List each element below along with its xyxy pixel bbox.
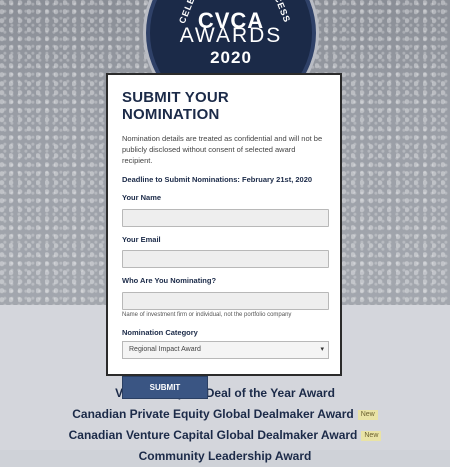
awards-list: Venture Capital Deal of the Year Award C… bbox=[0, 383, 450, 467]
nominee-hint: Name of investment firm or individual, n… bbox=[122, 311, 292, 318]
award-item[interactable]: Venture Capital Deal of the Year Award bbox=[0, 383, 450, 404]
award-item[interactable]: Canadian Private Equity Global Dealmaker… bbox=[0, 404, 450, 425]
nominee-input[interactable] bbox=[122, 291, 329, 310]
award-item-label: Canadian Venture Capital Global Dealmake… bbox=[68, 428, 358, 442]
award-item-label: Canadian Private Equity Global Dealmaker… bbox=[72, 407, 354, 421]
submit-button[interactable]: SUBMIT bbox=[122, 375, 208, 399]
badge-year: 2020 bbox=[210, 48, 252, 67]
modal-title: SUBMIT YOUR NOMINATION bbox=[122, 89, 229, 123]
name-input[interactable] bbox=[122, 208, 329, 227]
award-item-label: Community Leadership Award bbox=[138, 449, 312, 463]
nomination-modal: SUBMIT YOUR NOMINATION Nomination detail… bbox=[106, 73, 342, 399]
category-selected-value: Regional Impact Award bbox=[129, 345, 201, 353]
category-select[interactable]: Regional Impact Award ▾ bbox=[122, 340, 329, 359]
badge-awards-text: AWARDS bbox=[179, 24, 283, 47]
new-badge: New bbox=[357, 409, 378, 420]
category-label: Nomination Category bbox=[122, 327, 198, 337]
award-item[interactable]: Canadian Venture Capital Global Dealmake… bbox=[0, 425, 450, 446]
deadline-text: Deadline to Submit Nominations: February… bbox=[122, 175, 313, 184]
new-badge: New bbox=[361, 430, 382, 441]
award-item[interactable]: Community Leadership Award bbox=[0, 446, 450, 467]
email-label: Your Email bbox=[122, 234, 161, 244]
nominee-label: Who Are You Nominating? bbox=[122, 276, 217, 285]
modal-description: Nomination details are treated as confid… bbox=[122, 134, 323, 165]
name-label: Your Name bbox=[122, 193, 162, 202]
email-input[interactable] bbox=[122, 250, 329, 268]
chevron-down-icon: ▾ bbox=[320, 345, 324, 353]
